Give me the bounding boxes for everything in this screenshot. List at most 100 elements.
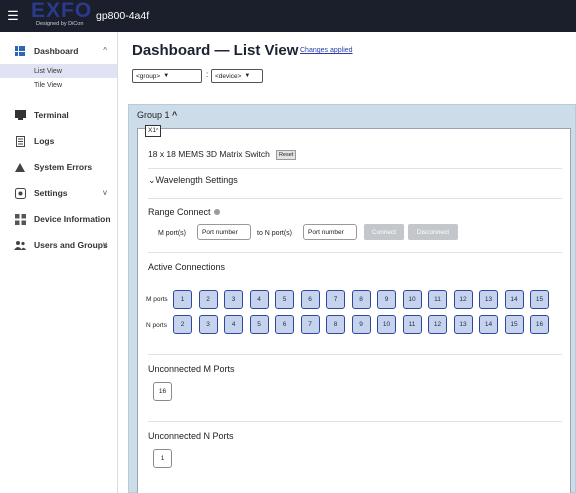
info-icon[interactable]	[213, 209, 220, 215]
chevron-down-icon[interactable]: v	[103, 240, 107, 249]
n-port-button[interactable]: 10	[377, 315, 396, 334]
disconnect-button[interactable]: Disconnect	[408, 224, 458, 240]
n-port-button[interactable]: 2	[173, 315, 192, 334]
m-port-button[interactable]: 14	[504, 290, 524, 309]
range-connect-label: Range Connect	[148, 207, 211, 217]
select-separator: :	[206, 70, 209, 79]
divider	[148, 252, 562, 253]
warning-icon	[14, 161, 26, 173]
sidebar-item-label: Settings	[34, 188, 68, 198]
divider	[148, 198, 562, 199]
m-port-button[interactable]: 15	[530, 290, 549, 309]
sidebar-item-terminal[interactable]: Terminal	[0, 102, 117, 128]
m-port-button[interactable]: 4	[249, 290, 269, 309]
sidebar-item-settings[interactable]: Settings v	[0, 180, 117, 206]
menu-icon[interactable]: ☰	[0, 0, 26, 32]
chevron-down-icon: ▼	[163, 73, 170, 79]
n-port-button[interactable]: 15	[504, 315, 524, 334]
n-port-button[interactable]: 4	[224, 315, 243, 334]
dashboard-icon	[14, 45, 26, 57]
changes-applied-link[interactable]: Changes applied	[300, 47, 353, 54]
n-port-button[interactable]: 16	[530, 315, 549, 334]
n-port-button[interactable]: 14	[479, 315, 498, 334]
sidebar-item-label: Terminal	[34, 110, 69, 120]
chevron-down-icon: ⌄	[148, 175, 156, 185]
top-bar: ☰ EXFO Designed by DiCon gp800-4a4f	[0, 0, 576, 32]
unconnected-m-port[interactable]: 16	[153, 382, 172, 401]
users-icon	[14, 239, 26, 251]
logs-icon	[14, 135, 26, 147]
m-port-button[interactable]: 1	[173, 290, 192, 309]
sidebar-subitem-tile-view[interactable]: Tile View	[0, 78, 117, 92]
switch-card: X1^ 18 x 18 MEMS 3D Matrix Switch Reset …	[137, 125, 571, 493]
n-port-button[interactable]: 8	[326, 315, 345, 334]
device-select-value: <device>	[215, 72, 242, 80]
page-title: Dashboard — List View	[132, 42, 299, 59]
exfo-logo: EXFO Designed by DiCon	[30, 0, 91, 31]
chevron-up-icon: ^	[172, 110, 178, 120]
settings-icon	[14, 187, 26, 199]
n-port-input[interactable]	[303, 224, 357, 240]
device-info-icon	[14, 213, 26, 225]
connect-button[interactable]: Connect	[364, 224, 404, 240]
chevron-up-icon[interactable]: ^	[103, 46, 107, 55]
reset-button[interactable]: Reset	[276, 150, 297, 160]
m-port-button[interactable]: 9	[377, 290, 396, 309]
group-title: Group 1	[137, 110, 170, 120]
n-port-button[interactable]: 5	[249, 315, 269, 334]
switch-tag[interactable]: X1^	[145, 125, 162, 137]
divider	[148, 168, 562, 169]
chevron-down-icon: ▼	[244, 73, 251, 79]
m-port-button[interactable]: 10	[402, 290, 422, 309]
n-port-button[interactable]: 3	[198, 315, 218, 334]
active-connections-title: Active Connections	[148, 262, 226, 272]
logo-text: EXFO	[31, 0, 93, 22]
m-port-button[interactable]: 6	[300, 290, 320, 309]
sidebar-item-label: Users and Groups	[34, 240, 108, 250]
sidebar-item-dashboard[interactable]: Dashboard ^	[0, 38, 117, 64]
m-port-button[interactable]: 2	[198, 290, 218, 309]
n-port-button[interactable]: 6	[275, 315, 294, 334]
n-port-button[interactable]: 11	[402, 315, 422, 334]
unconnected-n-port[interactable]: 1	[153, 449, 172, 468]
sidebar: Dashboard ^ List View Tile View Terminal…	[0, 32, 118, 493]
m-port-button[interactable]: 8	[351, 290, 371, 309]
switch-tag-label: X1	[148, 127, 156, 134]
wavelength-settings-toggle[interactable]: ⌄Wavelength Settings	[148, 175, 238, 186]
m-port-button[interactable]: 11	[428, 290, 447, 309]
group-select-value: <group>	[136, 72, 161, 80]
m-ports-row-label: M ports	[146, 296, 168, 303]
device-select[interactable]: <device> ▼	[211, 69, 263, 83]
wavelength-settings-label: Wavelength Settings	[155, 175, 238, 185]
m-port-button[interactable]: 13	[479, 290, 498, 309]
divider	[148, 354, 562, 355]
group-select[interactable]: <group> ▼	[132, 69, 202, 83]
n-port-button[interactable]: 9	[351, 315, 371, 334]
group-panel: Group 1 ^ X1^ 18 x 18 MEMS 3D Matrix Swi…	[128, 104, 576, 493]
sidebar-item-logs[interactable]: Logs	[0, 128, 117, 154]
chevron-down-icon[interactable]: v	[103, 188, 107, 197]
m-port-button[interactable]: 5	[275, 290, 294, 309]
n-port-button[interactable]: 12	[428, 315, 447, 334]
n-ports-label: to N port(s)	[257, 230, 293, 237]
divider	[148, 421, 562, 422]
sidebar-item-users-and-groups[interactable]: Users and Groups v	[0, 232, 117, 258]
m-port-button[interactable]: 7	[326, 290, 345, 309]
n-port-button[interactable]: 7	[300, 315, 320, 334]
main-content: Dashboard — List View Changes applied <g…	[118, 32, 576, 493]
sidebar-item-label: Logs	[34, 136, 55, 146]
m-port-button[interactable]: 12	[453, 290, 473, 309]
sidebar-subitem-list-view[interactable]: List View	[0, 64, 117, 78]
unconnected-n-title: Unconnected N Ports	[148, 431, 234, 441]
switch-title: 18 x 18 MEMS 3D Matrix Switch	[148, 149, 270, 159]
sidebar-item-label: Dashboard	[34, 46, 79, 56]
m-port-input[interactable]	[197, 224, 251, 240]
n-port-button[interactable]: 13	[453, 315, 473, 334]
group-toggle[interactable]: Group 1 ^	[137, 110, 177, 120]
terminal-icon	[14, 109, 26, 121]
chevron-up-icon: ^	[155, 128, 159, 134]
sidebar-item-label: Device Information	[34, 214, 111, 224]
sidebar-item-device-information[interactable]: Device Information	[0, 206, 117, 232]
sidebar-item-system-errors[interactable]: System Errors	[0, 154, 117, 180]
m-port-button[interactable]: 3	[224, 290, 243, 309]
